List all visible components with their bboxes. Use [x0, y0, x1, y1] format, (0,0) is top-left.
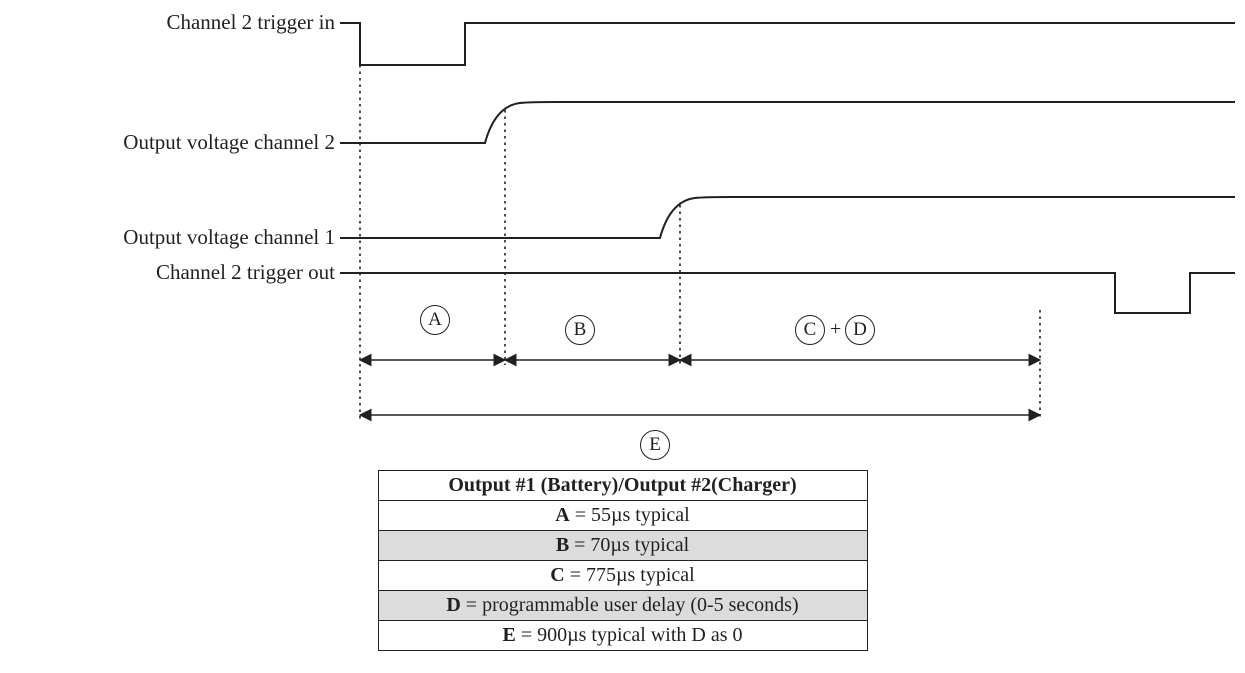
timing-diagram: Channel 2 trigger in Output voltage chan… [10, 10, 1235, 460]
table-row-A: A = 55µs typical [378, 501, 867, 531]
waveform-ch2-trigger-out [340, 273, 1235, 313]
signal-label-ch2-trigger-out: Channel 2 trigger out [156, 260, 335, 285]
marker-E: E [640, 430, 670, 460]
table-header: Output #1 (Battery)/Output #2(Charger) [378, 471, 867, 501]
marker-A: A [420, 305, 450, 335]
signal-label-output-ch2: Output voltage channel 2 [123, 130, 335, 155]
table-row-C: C = 775µs typical [378, 561, 867, 591]
marker-D: D [845, 315, 875, 345]
marker-B: B [565, 315, 595, 345]
waveform-output-ch1 [340, 197, 1235, 238]
waveform-ch2-trigger-in [340, 23, 1235, 65]
timing-table: Output #1 (Battery)/Output #2(Charger) A… [378, 470, 868, 651]
table-row-D: D = programmable user delay (0-5 seconds… [378, 591, 867, 621]
signal-label-ch2-trigger-in: Channel 2 trigger in [166, 10, 335, 35]
waveform-output-ch2 [340, 102, 1235, 143]
table-row-E: E = 900µs typical with D as 0 [378, 621, 867, 651]
signal-label-output-ch1: Output voltage channel 1 [123, 225, 335, 250]
marker-C: C [795, 315, 825, 345]
table-row-B: B = 70µs typical [378, 531, 867, 561]
marker-plus: + [830, 318, 841, 341]
